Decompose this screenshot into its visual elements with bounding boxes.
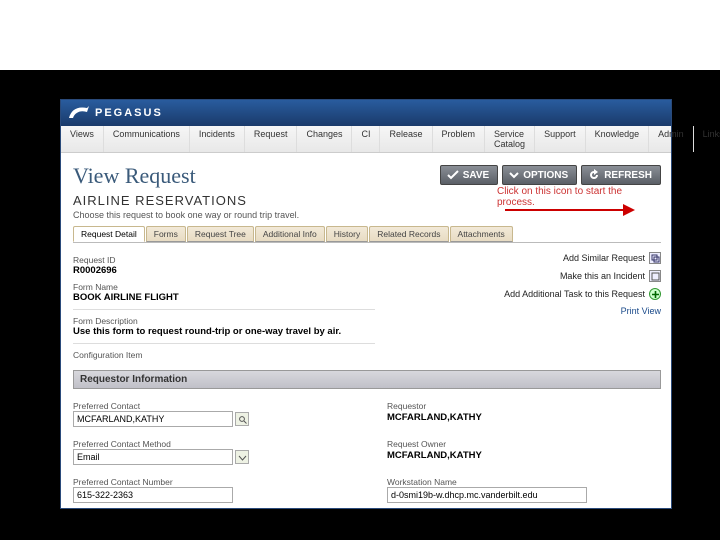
refresh-label: REFRESH [604,170,652,181]
add-similar-request-icon[interactable] [649,252,661,264]
pref-contact-lookup-icon[interactable] [235,412,249,426]
chevron-down-icon [238,453,247,462]
menu-support[interactable]: Support [535,126,586,152]
pref-method-dropdown-icon[interactable] [235,450,249,464]
ws-label: Workstation Name [387,477,661,487]
pref-number-label: Preferred Contact Number [73,477,347,487]
form-desc-label: Form Description [73,316,375,326]
requestor-label: Requestor [387,401,661,411]
requestor-info-header: Requestor Information [73,370,661,389]
menu-problem[interactable]: Problem [433,126,486,152]
request-id-value: R0002696 [73,265,375,276]
menu-views[interactable]: Views [61,126,104,152]
add-task-icon[interactable] [649,288,661,300]
refresh-icon [588,169,600,181]
pref-method-label: Preferred Contact Method [73,439,347,449]
menu-changes[interactable]: Changes [297,126,352,152]
save-button[interactable]: SAVE [440,165,499,185]
menu-links[interactable]: Links [694,126,720,152]
brand-name: PEGASUS [95,107,163,119]
request-type-desc: Choose this request to book one way or r… [73,210,661,220]
form-desc-value: Use this form to request round-trip or o… [73,326,375,337]
tab-strip: Request Detail Forms Request Tree Additi… [73,226,661,243]
owner-label: Request Owner [387,439,661,449]
incident-icon [651,272,660,281]
tab-related-records[interactable]: Related Records [369,226,448,242]
chevron-down-icon [509,170,519,180]
options-label: OPTIONS [523,170,568,181]
tab-forms[interactable]: Forms [146,226,186,242]
refresh-button[interactable]: REFRESH [581,165,661,185]
requestor-value: MCFARLAND,KATHY [387,412,661,423]
config-item-label: Configuration Item [73,350,375,360]
menu-ci[interactable]: CI [352,126,380,152]
form-name-label: Form Name [73,282,375,292]
request-id-label: Request ID [73,255,375,265]
tab-additional-info[interactable]: Additional Info [255,226,325,242]
print-view-link[interactable]: Print View [621,306,661,316]
instruction-callout: Click on this icon to start the process. [497,186,657,208]
plus-icon [651,290,660,299]
add-similar-request-label: Add Similar Request [563,253,645,263]
menu-admin[interactable]: Admin [649,126,694,152]
options-button[interactable]: OPTIONS [502,165,577,185]
make-incident-label: Make this an Incident [560,271,645,281]
check-icon [447,169,459,181]
pref-method-input[interactable] [73,449,233,465]
owner-value: MCFARLAND,KATHY [387,450,661,461]
menu-release[interactable]: Release [380,126,432,152]
pegasus-icon [67,104,91,122]
save-label: SAVE [463,170,490,181]
pref-contact-input[interactable] [73,411,233,427]
header-buttons: SAVE OPTIONS REFRESH [440,165,661,185]
search-icon [238,415,247,424]
menu-service-catalog[interactable]: Service Catalog [485,126,535,152]
copy-icon [651,254,660,263]
add-task-label: Add Additional Task to this Request [504,289,645,299]
menu-incidents[interactable]: Incidents [190,126,245,152]
form-name-value: BOOK AIRLINE FLIGHT [73,292,375,303]
top-menu: Views Communications Incidents Request C… [61,126,671,153]
menu-request[interactable]: Request [245,126,298,152]
pegasus-app-window: PEGASUS Views Communications Incidents R… [60,99,672,509]
tab-request-detail[interactable]: Request Detail [73,226,145,242]
pref-contact-label: Preferred Contact [73,401,347,411]
tab-request-tree[interactable]: Request Tree [187,226,254,242]
brand-bar: PEGASUS [61,100,671,126]
page-title: View Request [73,163,196,189]
pref-number-input[interactable] [73,487,233,503]
ws-input[interactable] [387,487,587,503]
tab-attachments[interactable]: Attachments [450,226,513,242]
menu-knowledge[interactable]: Knowledge [586,126,650,152]
tab-history[interactable]: History [326,226,368,242]
make-incident-icon[interactable] [649,270,661,282]
menu-communications[interactable]: Communications [104,126,190,152]
logo: PEGASUS [67,104,163,122]
